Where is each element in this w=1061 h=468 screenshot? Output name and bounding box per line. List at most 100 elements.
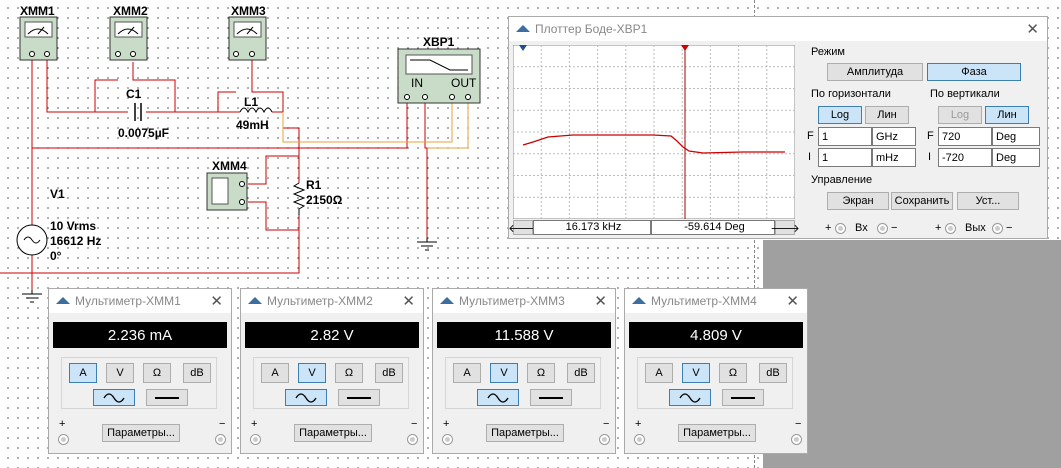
db-mode-button[interactable]: dB	[375, 363, 403, 383]
in-minus-label: −	[891, 222, 898, 234]
horizontal-lin-button[interactable]: Лин	[865, 106, 909, 124]
cursor-left-button[interactable]: 🡐	[508, 220, 538, 235]
out-plus-label: +	[935, 222, 942, 234]
ammeter-mode-button[interactable]: A	[261, 363, 289, 383]
voltmeter-mode-button[interactable]: V	[490, 363, 518, 383]
minus-terminal[interactable]	[599, 434, 610, 445]
c1-value: 0.0075µF	[118, 126, 169, 140]
v-i-value-field[interactable]: -720	[938, 148, 992, 167]
v-f-value-field[interactable]: 720	[938, 127, 992, 146]
l1-name: L1	[244, 95, 259, 109]
bode-titlebar[interactable]: Плоттер Боде-XBP1 ✕	[509, 17, 1047, 41]
c1-name: C1	[126, 87, 142, 101]
ac-mode-button[interactable]	[93, 389, 135, 406]
multimeter-titlebar[interactable]: Мультиметр-XMM3 ✕	[433, 289, 615, 313]
out-minus-terminal[interactable]	[992, 223, 1003, 234]
close-icon[interactable]: ✕	[594, 292, 607, 310]
plus-terminal-label: +	[59, 418, 66, 430]
v1-line1: 10 Vrms	[50, 219, 97, 233]
parameters-button[interactable]: Параметры...	[102, 424, 180, 442]
h-f-unit-field[interactable]: GHz	[872, 127, 916, 146]
readout-frequency: 16.173 kHz	[533, 220, 651, 235]
close-icon[interactable]: ✕	[210, 292, 223, 310]
h-i-value-field[interactable]: 1	[818, 148, 872, 167]
control-label: Управление	[811, 174, 873, 186]
parameters-button[interactable]: Параметры...	[678, 424, 756, 442]
amplitude-button[interactable]: Амплитуда	[827, 63, 923, 81]
multimeter-title: Мультиметр-XMM2	[267, 294, 373, 308]
minus-terminal[interactable]	[215, 434, 226, 445]
ammeter-mode-button[interactable]: A	[453, 363, 481, 383]
in-minus-terminal[interactable]	[877, 223, 888, 234]
ohmmeter-mode-button[interactable]: Ω	[719, 363, 747, 383]
plus-terminal[interactable]	[58, 434, 69, 445]
multimeter-window: Мультиметр-XMM3 ✕ 11.588 V A V Ω dB + Па…	[432, 288, 616, 454]
dc-line-icon	[539, 396, 563, 399]
dc-mode-button[interactable]	[146, 389, 188, 406]
mode-label: Режим	[811, 46, 845, 58]
app-icon	[516, 25, 530, 32]
multimeter-title: Мультиметр-XMM3	[459, 294, 565, 308]
vertical-log-button[interactable]: Log	[938, 106, 982, 124]
plus-terminal-label: +	[443, 418, 450, 430]
dc-line-icon	[347, 396, 371, 399]
voltmeter-mode-button[interactable]: V	[106, 363, 134, 383]
l1-value: 49mH	[236, 118, 269, 132]
save-button[interactable]: Сохранить	[891, 192, 953, 210]
multimeter-titlebar[interactable]: Мультиметр-XMM4 ✕	[625, 289, 807, 313]
in-plus-terminal[interactable]	[835, 223, 846, 234]
multimeter-window: Мультиметр-XMM2 ✕ 2.82 V A V Ω dB + Пара…	[240, 288, 424, 454]
dc-mode-button[interactable]	[530, 389, 572, 406]
xbp1-label: XBP1	[423, 35, 455, 49]
xmm1-label: XMM1	[20, 4, 55, 18]
ohmmeter-mode-button[interactable]: Ω	[335, 363, 363, 383]
minus-terminal-label: −	[411, 418, 418, 430]
plus-terminal[interactable]	[250, 434, 261, 445]
settings-button[interactable]: Уст...	[957, 192, 1019, 210]
minus-terminal-label: −	[795, 418, 802, 430]
voltmeter-mode-button[interactable]: V	[682, 363, 710, 383]
screen-button[interactable]: Экран	[827, 192, 889, 210]
plus-terminal[interactable]	[442, 434, 453, 445]
close-icon[interactable]: ✕	[786, 292, 799, 310]
ac-mode-button[interactable]	[285, 389, 327, 406]
bode-plot[interactable]	[513, 45, 795, 219]
voltmeter-mode-button[interactable]: V	[298, 363, 326, 383]
parameters-button[interactable]: Параметры...	[294, 424, 372, 442]
horizontal-log-button[interactable]: Log	[818, 106, 862, 124]
dc-mode-button[interactable]	[338, 389, 380, 406]
v-f-unit-field[interactable]: Deg	[992, 127, 1040, 146]
plus-terminal-label: +	[635, 418, 642, 430]
minus-terminal[interactable]	[407, 434, 418, 445]
db-mode-button[interactable]: dB	[183, 363, 211, 383]
h-i-label: I	[808, 151, 812, 163]
dc-mode-button[interactable]	[722, 389, 764, 406]
v-i-unit-field[interactable]: Deg	[992, 148, 1040, 167]
cursor-right-button[interactable]: 🡒	[770, 220, 800, 235]
vertical-lin-button[interactable]: Лин	[985, 106, 1029, 124]
phase-button[interactable]: Фаза	[927, 63, 1021, 81]
h-f-value-field[interactable]: 1	[818, 127, 872, 146]
out-minus-label: −	[1006, 222, 1013, 234]
plus-terminal[interactable]	[634, 434, 645, 445]
db-mode-button[interactable]: dB	[567, 363, 595, 383]
multimeter-titlebar[interactable]: Мультиметр-XMM1 ✕	[49, 289, 231, 313]
horizontal-label: По горизонтали	[811, 88, 891, 100]
xmm3-label: XMM3	[231, 4, 266, 18]
parameters-button[interactable]: Параметры...	[486, 424, 564, 442]
app-icon	[632, 297, 646, 304]
db-mode-button[interactable]: dB	[759, 363, 787, 383]
minus-terminal[interactable]	[791, 434, 802, 445]
h-i-unit-field[interactable]: mHz	[872, 148, 916, 167]
ac-mode-button[interactable]	[477, 389, 519, 406]
ac-mode-button[interactable]	[669, 389, 711, 406]
ammeter-mode-button[interactable]: A	[645, 363, 673, 383]
close-icon[interactable]: ✕	[402, 292, 415, 310]
ohmmeter-mode-button[interactable]: Ω	[143, 363, 171, 383]
ohmmeter-mode-button[interactable]: Ω	[527, 363, 555, 383]
out-plus-terminal[interactable]	[945, 223, 956, 234]
close-icon[interactable]: ✕	[1026, 20, 1039, 38]
app-icon	[248, 297, 262, 304]
ammeter-mode-button[interactable]: A	[69, 363, 97, 383]
multimeter-titlebar[interactable]: Мультиметр-XMM2 ✕	[241, 289, 423, 313]
